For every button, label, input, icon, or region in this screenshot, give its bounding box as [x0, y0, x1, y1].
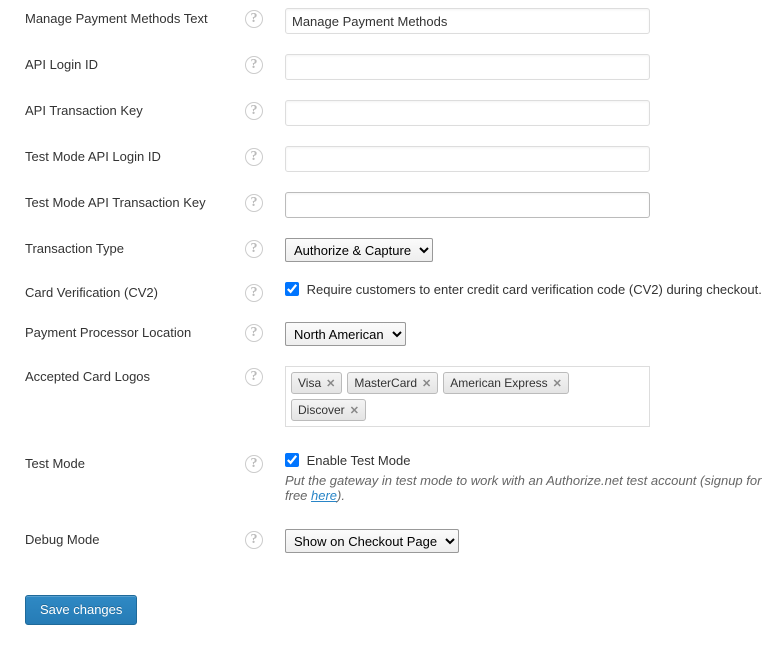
test-mode-checkbox-wrapper[interactable]: Enable Test Mode	[285, 453, 410, 468]
submit-row: Save changes	[0, 565, 783, 645]
chip-amex[interactable]: American Express ✕	[443, 372, 569, 394]
save-changes-button[interactable]: Save changes	[25, 595, 137, 625]
label-manage-payment-methods: Manage Payment Methods Text	[25, 8, 245, 26]
test-mode-description: Put the gateway in test mode to work wit…	[285, 473, 763, 503]
help-icon[interactable]: ?	[245, 240, 263, 258]
help-icon[interactable]: ?	[245, 324, 263, 342]
help-icon[interactable]: ?	[245, 284, 263, 302]
row-test-api-login-id: Test Mode API Login ID ?	[0, 138, 783, 184]
row-payment-processor-location: Payment Processor Location ? North Ameri…	[0, 314, 783, 358]
row-accepted-card-logos: Accepted Card Logos ? Visa ✕ MasterCard ✕ …	[0, 358, 783, 439]
transaction-type-select[interactable]: Authorize & Capture	[285, 238, 433, 262]
label-debug-mode: Debug Mode	[25, 529, 245, 547]
card-verification-checkbox[interactable]	[285, 282, 299, 296]
help-icon[interactable]: ?	[245, 531, 263, 549]
chip-label: American Express	[450, 376, 547, 390]
label-test-api-login-id: Test Mode API Login ID	[25, 146, 245, 164]
help-icon[interactable]: ?	[245, 455, 263, 473]
label-card-verification: Card Verification (CV2)	[25, 282, 245, 300]
help-icon[interactable]: ?	[245, 10, 263, 28]
chip-label: Discover	[298, 403, 345, 417]
label-accepted-card-logos: Accepted Card Logos	[25, 366, 245, 384]
manage-payment-methods-input[interactable]	[285, 8, 650, 34]
label-test-mode: Test Mode	[25, 453, 245, 471]
payment-processor-location-select[interactable]: North American	[285, 322, 406, 346]
label-test-api-transaction-key: Test Mode API Transaction Key	[25, 192, 245, 210]
api-transaction-key-input[interactable]	[285, 100, 650, 126]
chip-discover[interactable]: Discover ✕	[291, 399, 366, 421]
help-icon[interactable]: ?	[245, 56, 263, 74]
row-test-mode: Test Mode ? Enable Test Mode Put the gat…	[0, 439, 783, 515]
chip-visa[interactable]: Visa ✕	[291, 372, 342, 394]
accepted-card-logos-multiselect[interactable]: Visa ✕ MasterCard ✕ American Express ✕ Disc…	[285, 366, 650, 427]
row-test-api-transaction-key: Test Mode API Transaction Key ?	[0, 184, 783, 230]
card-verification-checkbox-label: Require customers to enter credit card v…	[307, 282, 762, 297]
row-api-login-id: API Login ID ?	[0, 46, 783, 92]
label-api-transaction-key: API Transaction Key	[25, 100, 245, 118]
close-icon[interactable]: ✕	[326, 377, 335, 390]
test-api-login-id-input[interactable]	[285, 146, 650, 172]
close-icon[interactable]: ✕	[553, 377, 562, 390]
help-icon[interactable]: ?	[245, 194, 263, 212]
help-icon[interactable]: ?	[245, 148, 263, 166]
row-manage-payment-methods: Manage Payment Methods Text ?	[0, 0, 783, 46]
close-icon[interactable]: ✕	[350, 404, 359, 417]
help-icon[interactable]: ?	[245, 368, 263, 386]
label-api-login-id: API Login ID	[25, 54, 245, 72]
row-debug-mode: Debug Mode ? Show on Checkout Page	[0, 515, 783, 565]
close-icon[interactable]: ✕	[422, 377, 431, 390]
label-transaction-type: Transaction Type	[25, 238, 245, 256]
test-api-transaction-key-input[interactable]	[285, 192, 650, 218]
help-icon[interactable]: ?	[245, 102, 263, 120]
chip-mastercard[interactable]: MasterCard ✕	[347, 372, 438, 394]
api-login-id-input[interactable]	[285, 54, 650, 80]
test-mode-checkbox[interactable]	[285, 453, 299, 467]
test-mode-signup-link[interactable]: here	[311, 488, 337, 503]
chip-label: Visa	[298, 376, 321, 390]
row-api-transaction-key: API Transaction Key ?	[0, 92, 783, 138]
test-mode-checkbox-label: Enable Test Mode	[307, 453, 411, 468]
label-payment-processor-location: Payment Processor Location	[25, 322, 245, 340]
row-card-verification: Card Verification (CV2) ? Require custom…	[0, 274, 783, 314]
settings-form: Manage Payment Methods Text ? API Login …	[0, 0, 783, 645]
row-transaction-type: Transaction Type ? Authorize & Capture	[0, 230, 783, 274]
card-verification-checkbox-wrapper[interactable]: Require customers to enter credit card v…	[285, 282, 762, 297]
chip-label: MasterCard	[354, 376, 417, 390]
debug-mode-select[interactable]: Show on Checkout Page	[285, 529, 459, 553]
